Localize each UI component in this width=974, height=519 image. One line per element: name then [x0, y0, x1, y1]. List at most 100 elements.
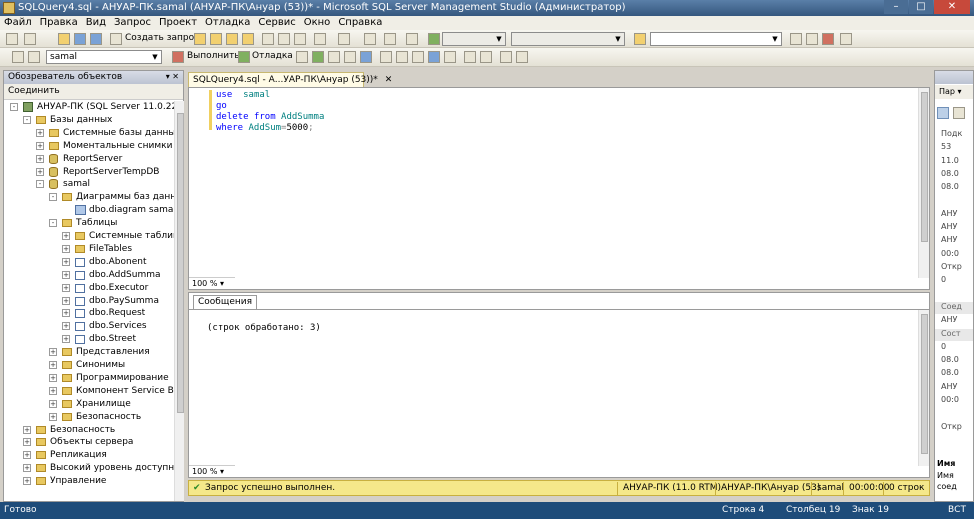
change-connection-icon[interactable]	[28, 51, 40, 63]
expand-icon[interactable]: +	[62, 335, 70, 344]
editor-tab[interactable]: SQLQuery4.sql - А...УАР-ПК\Ануар (53))* …	[188, 72, 392, 87]
property-value[interactable]: 00:0	[941, 395, 959, 404]
collapse-icon[interactable]: -	[36, 180, 44, 189]
property-value[interactable]: АНУ	[941, 209, 957, 218]
client-stats-icon[interactable]	[396, 51, 408, 63]
expand-icon[interactable]: +	[36, 141, 44, 150]
open-file-icon[interactable]	[58, 33, 70, 45]
tree-node[interactable]: dbo.diagram samal	[4, 204, 174, 217]
tree-node[interactable]: - Диаграммы баз данных	[4, 191, 174, 204]
tree-node[interactable]: - Базы данных	[4, 114, 174, 127]
decrease-indent-icon[interactable]	[500, 51, 512, 63]
connect-icon[interactable]	[12, 51, 24, 63]
tree-node[interactable]: + Системные таблицы	[4, 230, 174, 243]
property-value[interactable]: 08.0	[941, 368, 959, 377]
database-select[interactable]: samal ▼	[46, 50, 162, 64]
results-scroll-thumb[interactable]	[921, 314, 928, 454]
menu-project[interactable]: Проект	[155, 16, 201, 28]
tree-node[interactable]: + Безопасность	[4, 424, 174, 437]
tree-node[interactable]: + Управление	[4, 475, 174, 488]
expand-icon[interactable]: +	[62, 283, 70, 292]
results-scrollbar[interactable]	[918, 310, 929, 466]
sql-editor[interactable]: use samal go delete from AddSumma where Add…	[188, 87, 930, 290]
collapse-icon[interactable]: -	[23, 115, 31, 124]
find-combo[interactable]: ▼	[650, 32, 782, 46]
save-all-icon[interactable]	[90, 33, 102, 45]
results-text-icon[interactable]	[412, 51, 424, 63]
expand-icon[interactable]: +	[36, 167, 44, 176]
new-project-icon[interactable]	[6, 33, 18, 45]
tree-node[interactable]: + dbo.PaySumma	[4, 295, 174, 308]
editor-zoom[interactable]: 100 % ▾	[189, 277, 235, 289]
comment-icon[interactable]	[464, 51, 476, 63]
messages-tab[interactable]: Сообщения	[193, 295, 257, 309]
expand-icon[interactable]: +	[23, 477, 31, 486]
tree-node[interactable]: + Высокий уровень доступности	[4, 462, 174, 475]
tree-scroll-thumb[interactable]	[177, 113, 184, 413]
tree-node[interactable]: + dbo.Request	[4, 307, 174, 320]
expand-icon[interactable]: +	[62, 270, 70, 279]
tree-node[interactable]: + dbo.Street	[4, 333, 174, 346]
expand-icon[interactable]: +	[62, 244, 70, 253]
tree-node[interactable]: + Объекты сервера	[4, 436, 174, 449]
editor-scrollbar[interactable]	[918, 88, 929, 278]
menu-edit[interactable]: Правка	[36, 16, 82, 28]
tree-node[interactable]: + Компонент Service Broke	[4, 385, 174, 398]
expand-icon[interactable]: +	[36, 128, 44, 137]
expand-icon[interactable]: +	[62, 322, 70, 331]
code-line[interactable]: use samal	[216, 90, 324, 101]
collapse-icon[interactable]: -	[10, 103, 18, 111]
property-value[interactable]: 0	[941, 342, 946, 351]
property-value[interactable]: АНУ	[941, 382, 957, 391]
menu-file[interactable]: Файл	[0, 16, 36, 28]
properties-object-select[interactable]: Пар ▾	[935, 85, 973, 99]
minimize-button[interactable]: –	[884, 0, 908, 14]
expand-icon[interactable]: +	[23, 464, 31, 473]
parse-icon[interactable]	[312, 51, 324, 63]
property-value[interactable]: АНУ	[941, 235, 957, 244]
increase-indent-icon[interactable]	[516, 51, 528, 63]
screen-icon[interactable]	[406, 33, 418, 45]
uncomment-icon[interactable]	[480, 51, 492, 63]
expand-icon[interactable]: +	[49, 412, 57, 421]
expand-icon[interactable]: +	[62, 309, 70, 318]
tree-node[interactable]: + FileTables	[4, 243, 174, 256]
tree-node[interactable]: + Репликация	[4, 449, 174, 462]
add-item-icon[interactable]	[24, 33, 36, 45]
maximize-button[interactable]: □	[909, 0, 933, 14]
menu-view[interactable]: Вид	[82, 16, 110, 28]
connect-button[interactable]: Соединить	[8, 86, 60, 96]
query-xmla-icon[interactable]	[242, 33, 254, 45]
cut-icon[interactable]	[262, 33, 274, 45]
toolbox-icon[interactable]	[822, 33, 834, 45]
tree-node[interactable]: + Системные базы данных	[4, 127, 174, 140]
tree-node[interactable]: - Таблицы	[4, 217, 174, 230]
debug-button[interactable]: Отладка	[252, 51, 293, 61]
close-tab-icon[interactable]: ✕	[385, 75, 393, 85]
paste-icon[interactable]	[294, 33, 306, 45]
editor-scroll-thumb[interactable]	[921, 92, 928, 242]
expand-icon[interactable]: +	[49, 373, 57, 382]
tree-node[interactable]: + dbo.AddSumma	[4, 269, 174, 282]
window-layout-icon[interactable]	[840, 33, 852, 45]
categorized-icon[interactable]	[937, 107, 949, 119]
pin-icon[interactable]: ▾ ✕	[166, 72, 179, 81]
property-value[interactable]: 53	[941, 142, 951, 151]
navigate-forward-icon[interactable]	[384, 33, 396, 45]
tree-node[interactable]: + Синонимы	[4, 359, 174, 372]
redo-icon[interactable]	[338, 33, 350, 45]
tree-node[interactable]: + dbo.Abonent	[4, 256, 174, 269]
property-category[interactable]: Сост	[935, 328, 973, 341]
collapse-icon[interactable]: -	[49, 193, 57, 202]
query-mdx-icon[interactable]	[226, 33, 238, 45]
tree-node[interactable]: + dbo.Executor	[4, 282, 174, 295]
solution-config-select[interactable]: ▼	[442, 32, 506, 46]
query-designer-icon[interactable]	[344, 51, 356, 63]
sql-code[interactable]: use samal go delete from AddSumma where Add…	[216, 90, 324, 134]
property-value[interactable]: Откр	[941, 422, 962, 431]
find-icon[interactable]	[634, 33, 646, 45]
expand-icon[interactable]: +	[36, 154, 44, 163]
property-value[interactable]: Подк	[941, 129, 962, 138]
property-value[interactable]: АНУ	[941, 315, 957, 324]
execute-button[interactable]: Выполнить	[187, 51, 240, 61]
